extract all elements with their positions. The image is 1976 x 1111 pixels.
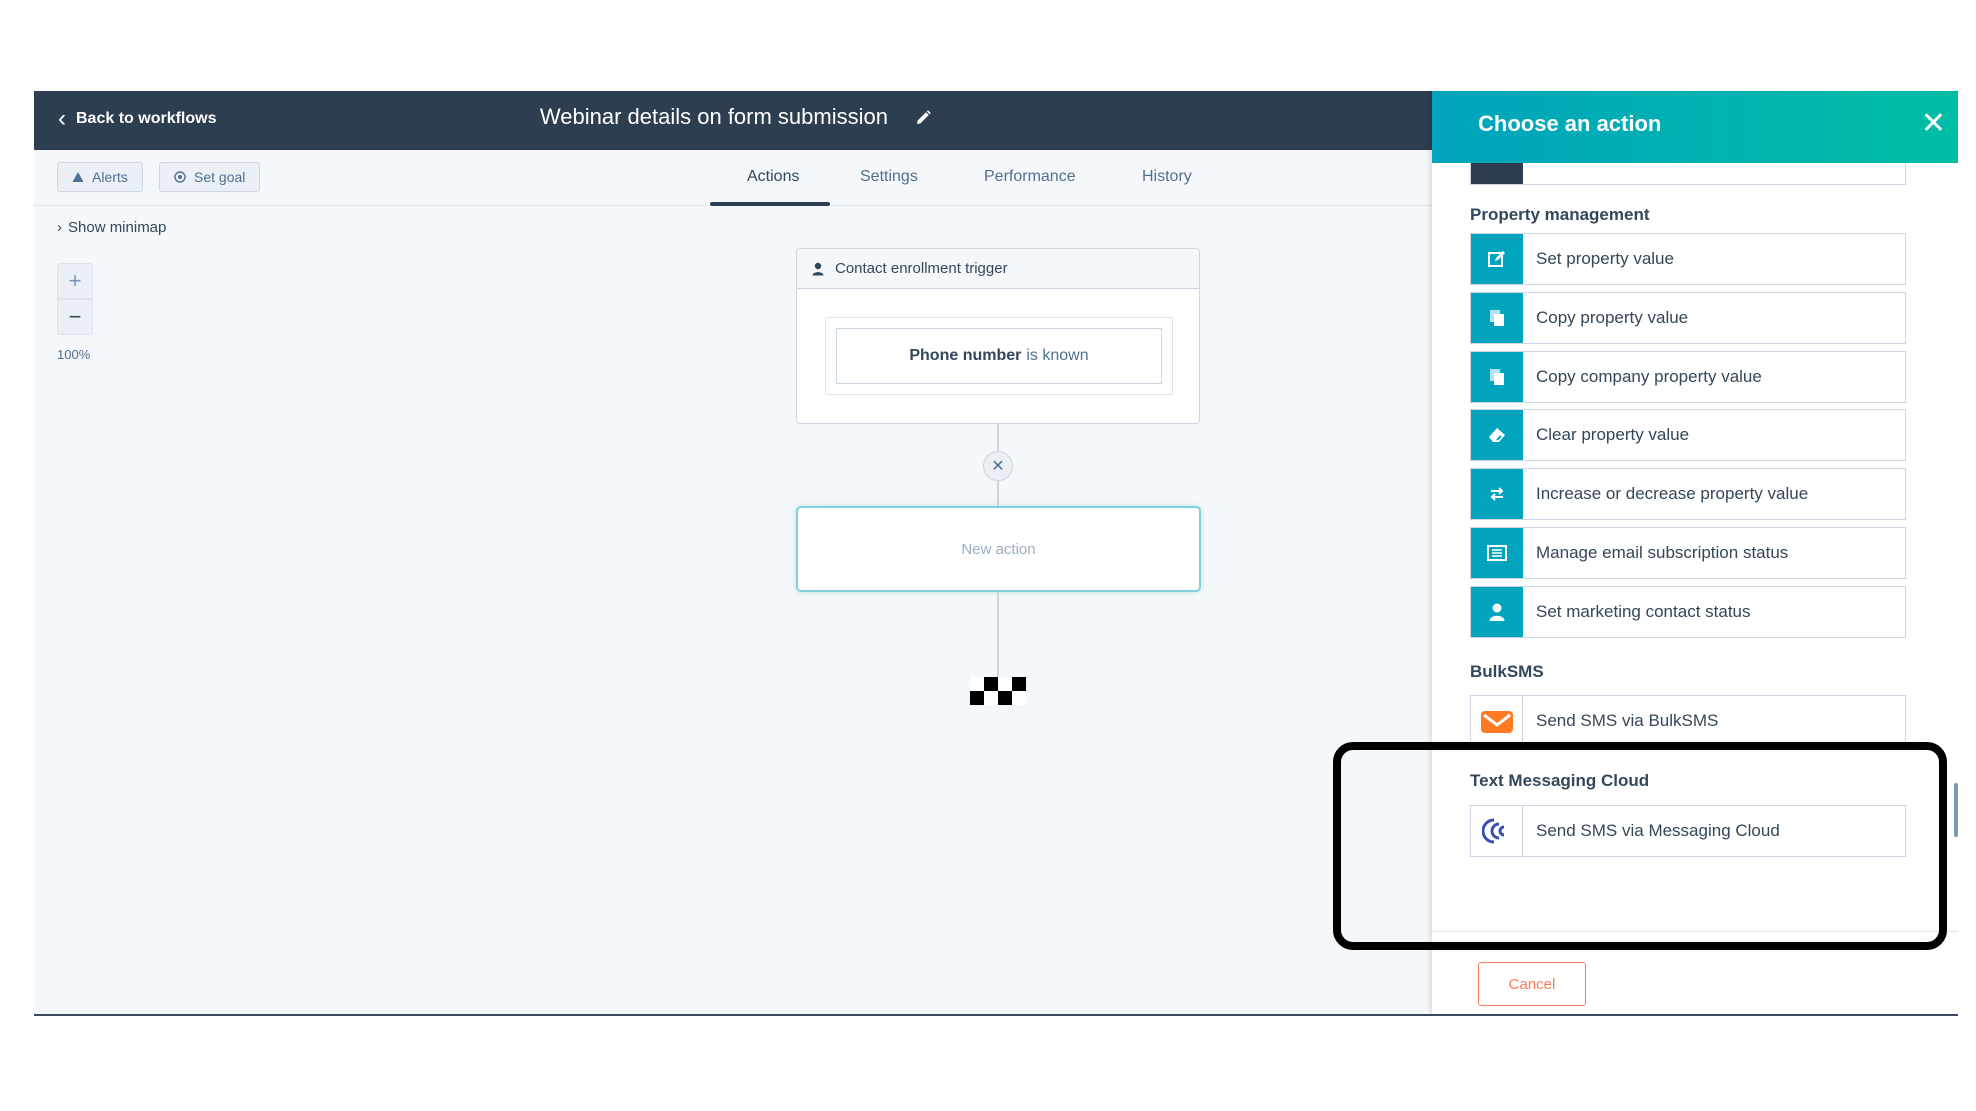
messaging-cloud-logo-icon [1471,806,1523,856]
action-label: Increase or decrease property value [1536,484,1809,503]
panel-title: Choose an action [1478,111,1662,136]
show-minimap-toggle[interactable]: › Show minimap [57,219,166,236]
close-icon[interactable]: ✕ [1921,109,1946,139]
workflow-title-text: Webinar details on form submission [539,104,888,129]
workflow-editor: ‹ Back to workflows Webinar details on f… [34,91,1958,1016]
alerts-button[interactable]: Alerts [57,162,143,192]
pencil-icon[interactable] [914,109,932,127]
action-label: Manage email subscription status [1536,543,1789,562]
contact-icon [812,262,824,275]
panel-footer: Cancel [1432,931,1958,1014]
alerts-label: Alerts [92,169,128,185]
target-icon [174,171,186,183]
choose-action-panel: Choose an action ✕ Property management S… [1432,91,1958,1014]
panel-header: Choose an action ✕ [1432,91,1958,163]
action-copy-company-property-value[interactable]: Copy company property value [1470,351,1906,403]
eraser-icon [1471,410,1523,460]
action-list[interactable]: Property management Set property value C… [1432,163,1958,931]
section-title: Property management [1470,205,1650,224]
minimap-label: Show minimap [68,219,167,236]
chevron-right-icon: › [57,219,62,236]
new-action-placeholder[interactable]: New action [796,506,1201,592]
trigger-filter[interactable]: Phone number is known [836,328,1162,384]
action-set-property-value[interactable]: Set property value [1470,233,1906,285]
action-label: Send SMS via Messaging Cloud [1536,821,1780,840]
panel-scrollbar[interactable] [1954,783,1958,837]
trigger-title: Contact enrollment trigger [835,260,1008,277]
contact-icon [1471,587,1523,637]
workflow-title: Webinar details on form submission [34,104,1438,130]
action-send-sms-bulksms[interactable]: Send SMS via BulkSMS [1470,695,1906,747]
sub-toolbar: Alerts Set goal Actions Settings Perform… [34,150,1438,206]
action-icon [1471,163,1523,184]
tab-actions[interactable]: Actions [747,168,799,186]
tab-history[interactable]: History [1142,168,1192,186]
action-item-partial[interactable] [1470,163,1906,185]
action-manage-email-subscription[interactable]: Manage email subscription status [1470,527,1906,579]
filter-operator: is known [1026,347,1089,364]
edit-icon [1471,234,1523,284]
action-copy-property-value[interactable]: Copy property value [1470,292,1906,344]
bulksms-logo-icon [1471,696,1523,746]
action-clear-property-value[interactable]: Clear property value [1470,409,1906,461]
tab-settings[interactable]: Settings [860,168,918,186]
action-label: Clear property value [1536,425,1690,444]
action-label: Set marketing contact status [1536,602,1751,621]
close-icon[interactable]: ✕ [983,451,1013,481]
checkered-flag-icon [970,677,1026,705]
cancel-button[interactable]: Cancel [1478,962,1586,1006]
copy-icon [1471,293,1523,343]
connector-line [997,424,999,451]
trigger-filter-group: Phone number is known [825,317,1173,395]
zoom-level: 100% [57,347,91,362]
action-set-marketing-contact-status[interactable]: Set marketing contact status [1470,586,1906,638]
action-increase-decrease-property[interactable]: Increase or decrease property value [1470,468,1906,520]
tab-performance[interactable]: Performance [984,168,1076,186]
section-title: BulkSMS [1470,662,1544,681]
newsletter-icon [1471,528,1523,578]
filter-property: Phone number [909,347,1022,364]
zoom-out-button[interactable]: − [57,299,93,335]
set-goal-label: Set goal [194,169,246,185]
action-label: Copy property value [1536,308,1689,327]
action-label: Set property value [1536,249,1674,268]
top-bar: ‹ Back to workflows Webinar details on f… [34,91,1438,150]
connector-line [997,592,999,677]
action-label: Copy company property value [1536,367,1762,386]
swap-icon [1471,469,1523,519]
set-goal-button[interactable]: Set goal [159,162,261,192]
trigger-header: Contact enrollment trigger [797,249,1199,289]
connector-line [997,481,999,506]
action-label: Send SMS via BulkSMS [1536,711,1719,730]
action-send-sms-messaging-cloud[interactable]: Send SMS via Messaging Cloud [1470,805,1906,857]
zoom-in-button[interactable]: + [57,263,93,299]
copy-icon [1471,352,1523,402]
section-title: Text Messaging Cloud [1470,771,1650,790]
active-tab-indicator [710,202,830,206]
warning-icon [72,172,84,182]
enrollment-trigger-card[interactable]: Contact enrollment trigger Phone number … [796,248,1200,424]
